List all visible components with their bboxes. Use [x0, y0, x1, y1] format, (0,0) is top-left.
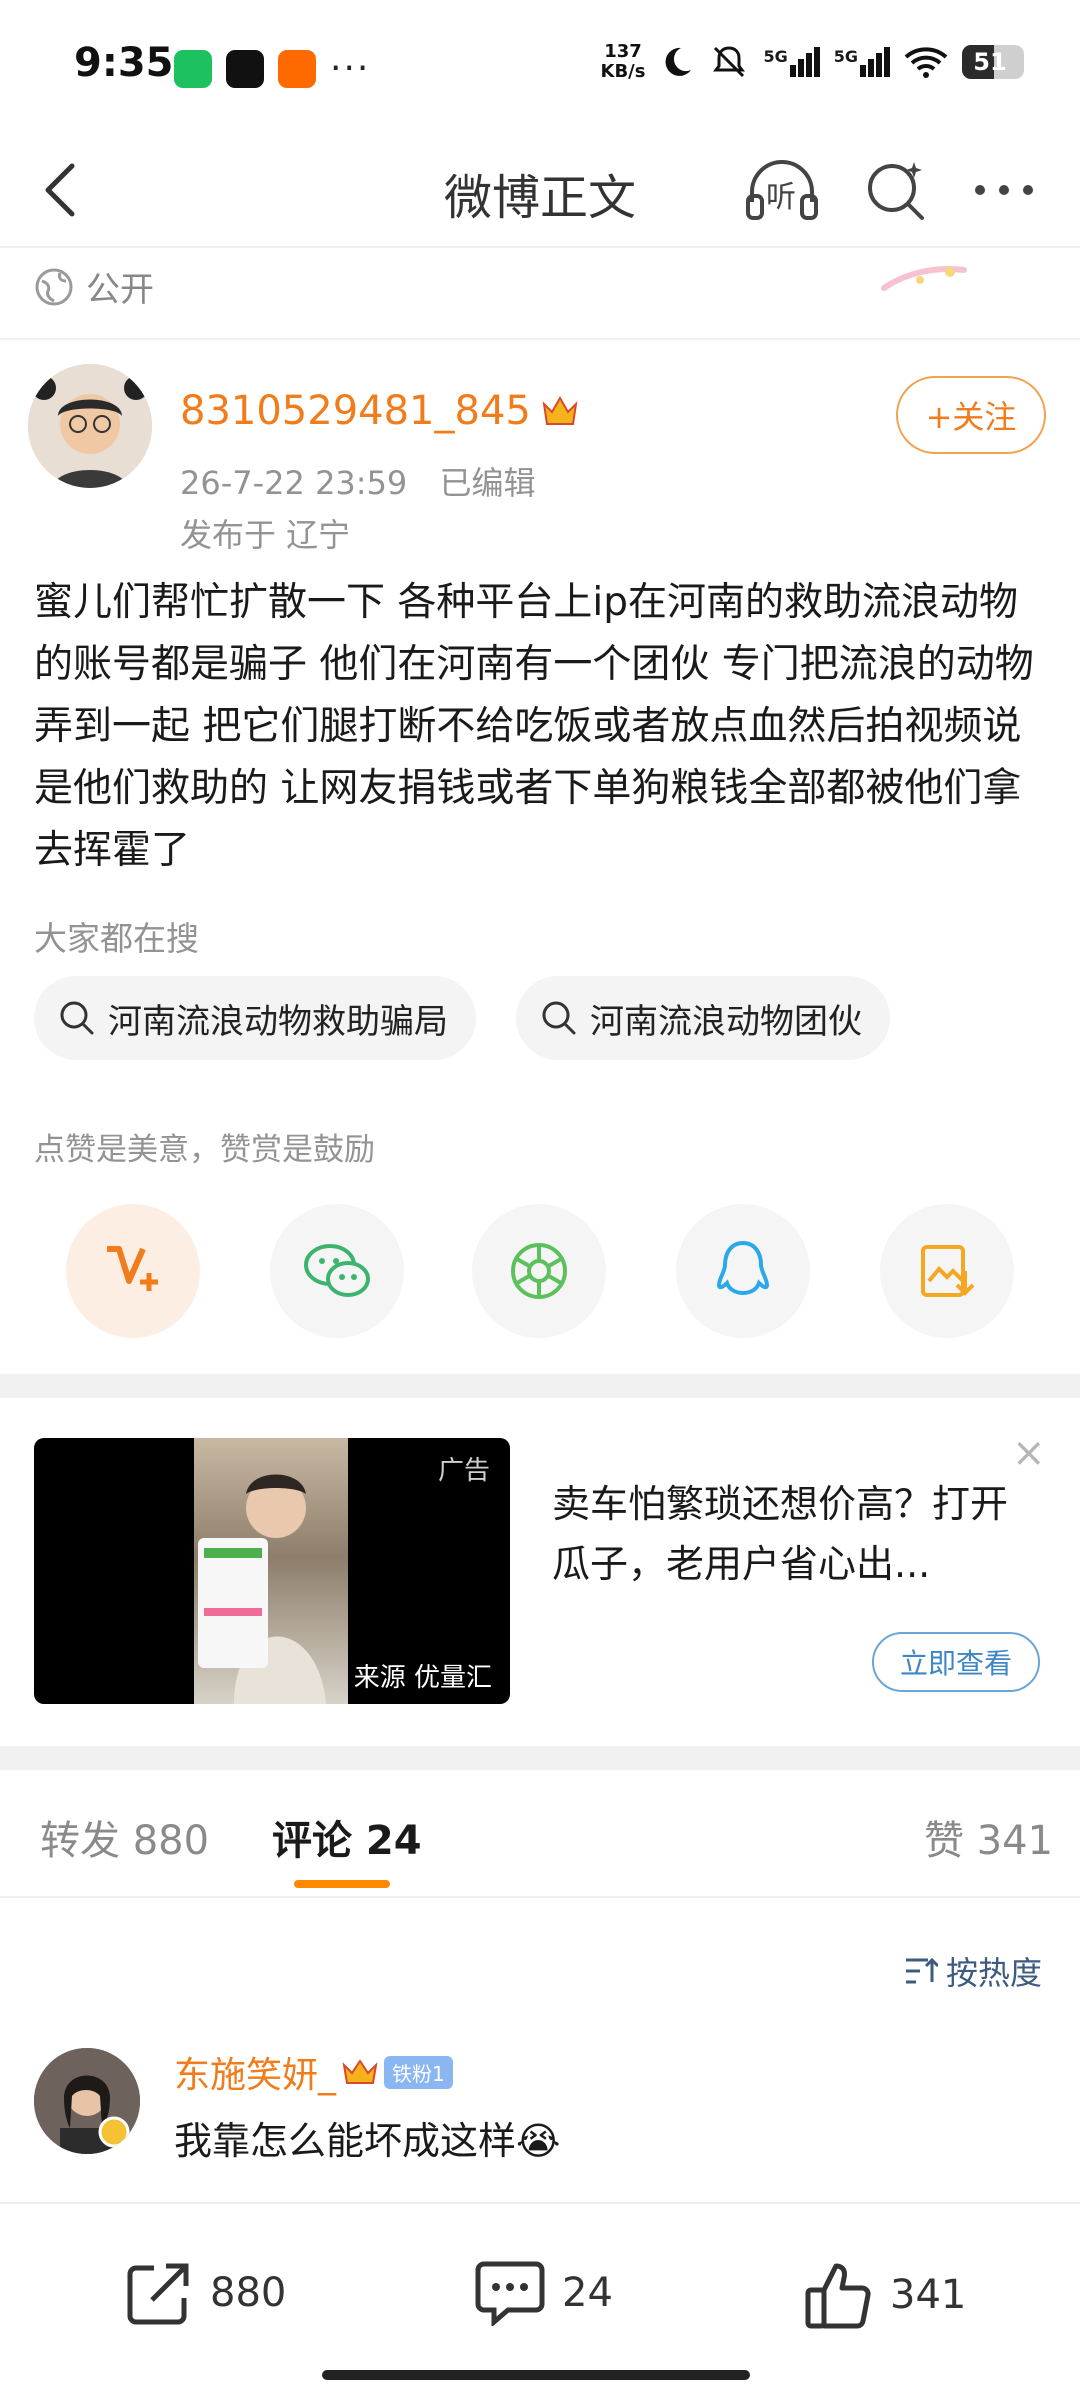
moments-icon: [511, 1243, 567, 1299]
like-count: 341: [890, 2272, 967, 2318]
wechat-app-icon: [174, 50, 212, 88]
search-chip-label: 河南流浪动物救助骗局: [108, 1001, 448, 1042]
search-sparkle-icon: [868, 162, 924, 220]
search-icon: [60, 1001, 94, 1035]
comment-icon: [475, 2261, 545, 2326]
post-text: 蜜儿们帮忙扩散一下 各种平台上ip在河南的救助流浪动物的账号都是骗子 他们在河南…: [34, 580, 1034, 873]
listen-label: 听: [766, 180, 796, 215]
wifi-icon: [904, 47, 948, 78]
repost-count: 880: [210, 2270, 287, 2316]
crown-badge-icon: [342, 2059, 378, 2084]
save-image-icon: [921, 1245, 975, 1297]
signal-icon-2: 5G: [834, 47, 890, 77]
search-chip-label: 河南流浪动物团伙: [590, 1001, 862, 1042]
divider: [0, 338, 1080, 340]
ad-person-image: [198, 1474, 326, 1704]
listen-button[interactable]: 听: [742, 150, 822, 230]
wechat-icon: [304, 1244, 370, 1297]
share-qq-button[interactable]: [676, 1204, 810, 1338]
status-time: 9:35: [74, 40, 174, 86]
active-tab-indicator: [294, 1880, 390, 1888]
crown-badge-icon: [542, 395, 578, 425]
sort-label: 按热度: [946, 1954, 1043, 1992]
comment-text: 我靠怎么能坏成这样😭: [174, 2119, 561, 2163]
network-speed: 137 KB/s: [600, 41, 646, 82]
section-separator: [0, 1374, 1080, 1398]
more-notifications-icon: ···: [330, 48, 371, 89]
commenter-name[interactable]: 东施笑妍_: [174, 2046, 336, 2098]
fan-badge: 铁粉1: [384, 2055, 453, 2089]
qq-icon: [716, 1240, 770, 1296]
search-icon: [542, 1001, 576, 1035]
divider: [0, 1896, 1080, 1898]
trending-search-label: 大家都在搜: [34, 919, 199, 958]
save-image-button[interactable]: [880, 1204, 1014, 1338]
sort-button[interactable]: 按热度: [904, 1948, 1042, 1994]
search-chip[interactable]: 河南流浪动物团伙: [516, 976, 890, 1060]
visibility-label: 公开: [86, 270, 154, 310]
decoration-sticker: [881, 265, 967, 291]
share-moments-button[interactable]: [472, 1204, 606, 1338]
battery-icon: 51: [962, 45, 1024, 79]
globe-icon: [35, 268, 73, 305]
ad-close-button[interactable]: ×: [1012, 1430, 1046, 1476]
sort-icon: [906, 1957, 938, 1984]
ad-thumbnail: [194, 1438, 348, 1704]
section-separator: [0, 1746, 1080, 1770]
battery-level: 51: [973, 48, 1007, 76]
post-timestamp: 26-7-22 23:59: [180, 464, 408, 502]
more-button[interactable]: [964, 150, 1044, 230]
author-avatar[interactable]: [28, 364, 152, 488]
ad-description[interactable]: 卖车怕繁琐还想价高？打开瓜子，老用户省心出...: [552, 1474, 1032, 1594]
home-indicator[interactable]: [322, 2370, 750, 2380]
share-wechat-button[interactable]: [270, 1204, 404, 1338]
visibility-row: 公开: [34, 262, 154, 311]
follow-button[interactable]: +关注: [896, 376, 1046, 454]
moon-icon: [666, 47, 692, 76]
like-button[interactable]: 341: [804, 2260, 966, 2330]
ad-video[interactable]: 广告 来源 优量汇: [34, 1438, 510, 1704]
author-name-row[interactable]: 8310529481_845: [180, 388, 579, 434]
more-horizontal-icon: [975, 185, 1033, 195]
search-button[interactable]: [856, 150, 936, 230]
navigation-bar: 微博正文 听: [0, 130, 1080, 248]
status-indicators: 137 KB/s 5G 5G 51: [600, 41, 1024, 82]
commenter-name-row[interactable]: 东施笑妍_ 铁粉1: [174, 2046, 453, 2098]
author-name[interactable]: 8310529481_845: [180, 388, 531, 434]
edited-label[interactable]: 已编辑: [439, 464, 535, 502]
tab-repost[interactable]: 转发 880: [40, 1808, 209, 1866]
ad-tag: 广告: [437, 1456, 490, 1486]
repost-button[interactable]: 880: [124, 2260, 286, 2326]
post-meta: 26-7-22 23:59 已编辑: [180, 458, 535, 504]
share-icon: [127, 2263, 189, 2325]
ad-source: 来源 优量汇: [353, 1663, 492, 1693]
reward-button[interactable]: [66, 1204, 200, 1338]
post-location: 发布于 辽宁: [180, 516, 351, 554]
comment-button[interactable]: 24: [474, 2260, 613, 2326]
commenter-avatar[interactable]: [34, 2048, 140, 2154]
ad-cta-button[interactable]: 立即查看: [872, 1632, 1040, 1692]
thumbs-up-icon: [805, 2263, 871, 2329]
commenter-portrait: [34, 2048, 140, 2154]
mute-bell-icon: [713, 46, 746, 78]
avatar-portrait: [28, 364, 152, 488]
status-bar: 9:35 ··· 137 KB/s 5G 5G 51: [0, 0, 1080, 120]
signal-icon-1: 5G: [763, 47, 820, 77]
reward-hint: 点赞是美意，赞赏是鼓励: [34, 1132, 375, 1168]
tab-comments[interactable]: 评论 24: [272, 1808, 422, 1866]
tiktok-app-icon: [226, 50, 264, 88]
comment-count: 24: [562, 2270, 613, 2316]
reward-v-icon: [107, 1246, 158, 1291]
xiaomi-app-icon: [278, 50, 316, 88]
search-chip[interactable]: 河南流浪动物救助骗局: [34, 976, 476, 1060]
tab-likes[interactable]: 赞 341: [924, 1808, 1053, 1866]
